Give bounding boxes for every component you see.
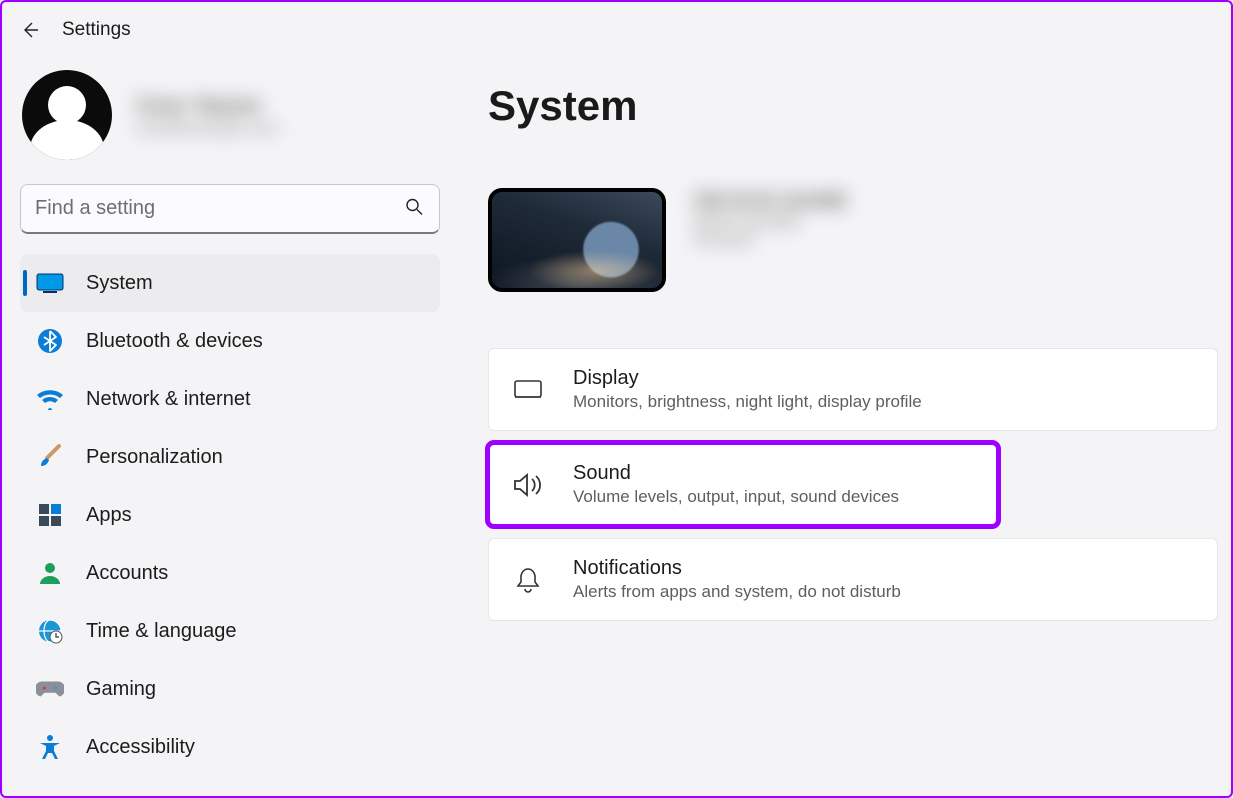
display-icon <box>511 378 545 402</box>
account-email: user@example.com <box>136 120 279 138</box>
search-wrap <box>20 184 440 234</box>
search-input[interactable] <box>20 184 440 234</box>
main-panel: System DEVICE-NAME Model identifier Rena… <box>452 58 1231 796</box>
account-block[interactable]: User Name user@example.com <box>20 58 442 184</box>
sidebar: User Name user@example.com System <box>2 58 452 796</box>
sidebar-item-label: Bluetooth & devices <box>86 330 263 353</box>
nav-list: System Bluetooth & devices Network & int… <box>20 254 440 776</box>
account-text: User Name user@example.com <box>136 92 279 138</box>
gamepad-icon <box>36 679 64 699</box>
sidebar-item-label: Personalization <box>86 446 223 469</box>
device-rename: Rename <box>694 232 848 250</box>
sound-icon <box>511 472 545 498</box>
app-title: Settings <box>62 19 131 41</box>
settings-tiles: Display Monitors, brightness, night ligh… <box>488 348 1218 621</box>
sidebar-item-network[interactable]: Network & internet <box>20 370 440 428</box>
device-name: DEVICE-NAME <box>694 188 848 214</box>
tile-sound[interactable]: Sound Volume levels, output, input, soun… <box>488 443 998 526</box>
brush-icon <box>36 444 64 470</box>
apps-icon <box>36 503 64 527</box>
bell-icon <box>511 566 545 594</box>
settings-window: Settings User Name user@example.com <box>0 0 1233 798</box>
back-button[interactable] <box>20 20 40 40</box>
content: User Name user@example.com System <box>2 58 1231 796</box>
sidebar-item-personalization[interactable]: Personalization <box>20 428 440 486</box>
sidebar-item-time[interactable]: Time & language <box>20 602 440 660</box>
device-text: DEVICE-NAME Model identifier Rename <box>694 188 848 250</box>
tile-subtitle: Alerts from apps and system, do not dist… <box>573 582 901 602</box>
monitor-icon <box>36 272 64 294</box>
sidebar-item-label: Apps <box>86 504 132 527</box>
sidebar-item-bluetooth[interactable]: Bluetooth & devices <box>20 312 440 370</box>
sidebar-item-label: System <box>86 272 153 295</box>
tile-display[interactable]: Display Monitors, brightness, night ligh… <box>488 348 1218 431</box>
sidebar-item-apps[interactable]: Apps <box>20 486 440 544</box>
device-model: Model identifier <box>694 214 848 232</box>
person-icon <box>36 561 64 585</box>
sidebar-item-label: Time & language <box>86 620 236 643</box>
tile-text: Notifications Alerts from apps and syste… <box>573 557 901 602</box>
tile-title: Notifications <box>573 557 901 580</box>
accessibility-icon <box>36 734 64 760</box>
avatar <box>22 70 112 160</box>
tile-title: Display <box>573 367 922 390</box>
sidebar-item-gaming[interactable]: Gaming <box>20 660 440 718</box>
wifi-icon <box>36 388 64 410</box>
titlebar: Settings <box>2 2 1231 58</box>
sidebar-item-system[interactable]: System <box>20 254 440 312</box>
sidebar-item-label: Gaming <box>86 678 156 701</box>
desktop-wallpaper-thumb <box>488 188 666 292</box>
sidebar-item-label: Accounts <box>86 562 168 585</box>
device-summary[interactable]: DEVICE-NAME Model identifier Rename <box>488 188 1231 292</box>
tile-text: Sound Volume levels, output, input, soun… <box>573 462 899 507</box>
search-icon <box>404 197 424 222</box>
tile-text: Display Monitors, brightness, night ligh… <box>573 367 922 412</box>
sidebar-item-label: Network & internet <box>86 388 251 411</box>
arrow-left-icon <box>20 20 40 40</box>
sidebar-item-accessibility[interactable]: Accessibility <box>20 718 440 776</box>
sidebar-item-label: Accessibility <box>86 736 195 759</box>
account-name: User Name <box>136 92 279 120</box>
sidebar-item-accounts[interactable]: Accounts <box>20 544 440 602</box>
tile-title: Sound <box>573 462 899 485</box>
page-title: System <box>488 82 1231 130</box>
bluetooth-icon <box>36 328 64 354</box>
tile-subtitle: Monitors, brightness, night light, displ… <box>573 392 922 412</box>
tile-notifications[interactable]: Notifications Alerts from apps and syste… <box>488 538 1218 621</box>
clock-globe-icon <box>36 618 64 644</box>
tile-subtitle: Volume levels, output, input, sound devi… <box>573 487 899 507</box>
